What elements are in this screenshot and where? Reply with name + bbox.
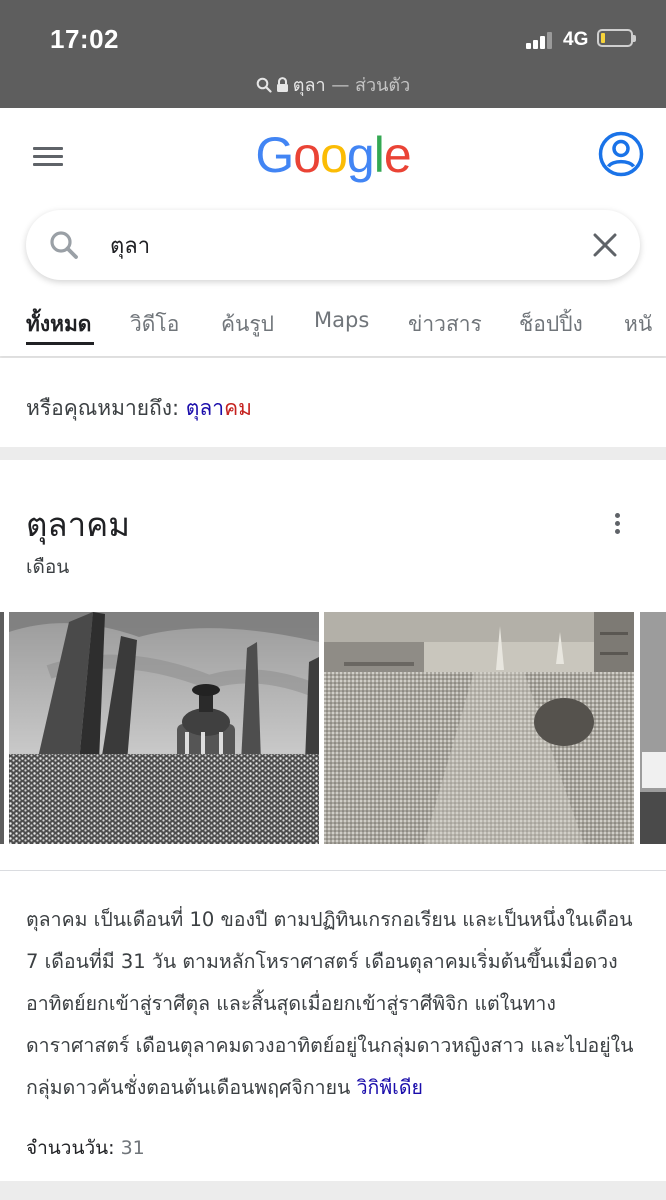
close-icon[interactable] [592, 232, 618, 258]
did-you-mean-link-plain: ตุลา [185, 396, 225, 420]
knowledge-panel-description-card: ตุลาคม เป็นเดือนที่ 10 ของปี ตามปฏิทินเก… [0, 871, 666, 1181]
url-suffix: — ส่วนตัว [331, 75, 411, 96]
tab-maps[interactable]: Maps [314, 308, 369, 332]
url-query: ตุลา [292, 75, 326, 96]
description-text: ตุลาคม เป็นเดือนที่ 10 ของปี ตามปฏิทินเก… [26, 908, 634, 1099]
wikipedia-link[interactable]: วิกิพีเดีย [357, 1076, 423, 1099]
battery-icon [597, 29, 636, 47]
tab-all[interactable]: ทั้งหมด [26, 308, 91, 341]
google-logo[interactable]: Google [0, 126, 666, 184]
days-value: 31 [120, 1137, 145, 1159]
status-time: 17:02 [50, 24, 119, 54]
search-box[interactable] [26, 210, 640, 280]
search-input[interactable] [108, 224, 572, 266]
knowledge-panel-description: ตุลาคม เป็นเดือนที่ 10 ของปี ตามปฏิทินเก… [26, 899, 646, 1109]
lock-icon [276, 77, 288, 92]
logo-letter: o [320, 127, 348, 183]
tab-news[interactable]: ข่าวสาร [408, 308, 482, 341]
signal-strength-icon [526, 31, 556, 49]
knowledge-panel-subtitle: เดือน [26, 556, 70, 578]
search-header: Google ทั้งหมด วิดีโอ ค้นรูป Maps ข่าวสา… [0, 108, 666, 356]
tab-images[interactable]: ค้นรูป [221, 308, 274, 341]
logo-letter: G [255, 127, 294, 183]
tab-books[interactable]: หนั [624, 308, 652, 341]
did-you-mean-prefix: หรือคุณหมายถึง: [26, 396, 180, 420]
knowledge-panel-title: ตุลาคม [26, 505, 131, 544]
address-bar[interactable]: ตุลา — ส่วนตัว [0, 70, 666, 99]
logo-letter: o [293, 127, 321, 183]
logo-letter: e [383, 127, 412, 183]
did-you-mean: หรือคุณหมายถึง: ตุลาคม [26, 392, 252, 425]
account-icon[interactable] [598, 131, 644, 177]
days-fact: จำนวนวัน: 31 [26, 1133, 145, 1163]
image-thumbnail-monument-crowd[interactable] [9, 612, 319, 844]
image-thumbnail-rally-aerial[interactable] [324, 612, 634, 844]
did-you-mean-link[interactable]: ตุลาคม [186, 396, 252, 420]
knowledge-panel: ตุลาคม เดือน [0, 460, 666, 872]
did-you-mean-card: หรือคุณหมายถึง: ตุลาคม [0, 358, 666, 447]
logo-letter: g [346, 127, 375, 183]
tab-videos[interactable]: วิดีโอ [130, 308, 179, 341]
image-thumbnail-partial-right[interactable] [640, 612, 666, 844]
search-icon[interactable] [48, 229, 80, 261]
image-thumbnail-partial-left[interactable] [0, 612, 4, 844]
network-type: 4G [563, 29, 589, 50]
search-tabs: ทั้งหมด วิดีโอ ค้นรูป Maps ข่าวสาร ช็อปป… [0, 300, 666, 356]
status-bar: 17:02 4G ตุลา — ส่วนตัว [0, 0, 666, 108]
search-small-icon [256, 77, 272, 93]
more-options-icon[interactable] [608, 510, 628, 536]
did-you-mean-link-highlight: คม [224, 396, 252, 420]
days-label: จำนวนวัน: [26, 1137, 115, 1159]
logo-letter: l [373, 127, 385, 183]
tab-shopping[interactable]: ช็อปปิ้ง [519, 308, 583, 341]
active-tab-indicator [26, 342, 94, 345]
